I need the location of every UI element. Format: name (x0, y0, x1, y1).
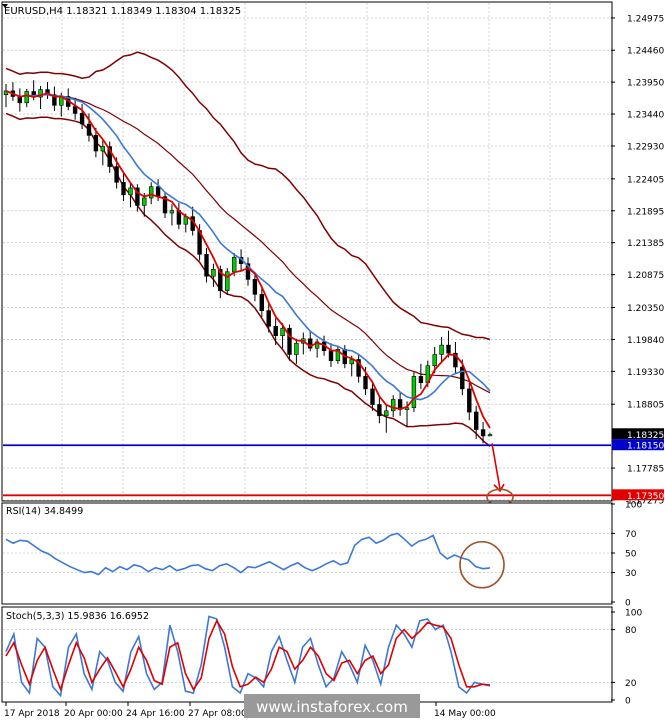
time-tick-label: 14 May 00:00 (434, 709, 496, 719)
price-tick-label: 1.20875 (627, 271, 664, 281)
time-tick-label: 24 Apr 16:00 (126, 709, 185, 719)
candle-bullish (439, 344, 444, 355)
stoch-label: Stoch(5,3,3) 15.9836 16.6952 (6, 611, 149, 622)
candle-bullish (487, 434, 493, 437)
candle-bearish (377, 404, 382, 417)
price-tick-label: 1.23440 (627, 111, 664, 121)
candle-bearish (287, 327, 292, 355)
candle-bullish (390, 399, 396, 412)
candle-bearish (114, 166, 119, 183)
price-tick-label: 1.20350 (627, 304, 664, 314)
rsi-tick-label: 0 (625, 599, 631, 609)
price-tick-label: 1.21385 (627, 239, 664, 249)
price-tick-label: 1.23950 (627, 79, 664, 89)
rsi-panel (1, 502, 613, 605)
rsi-tick-label: 70 (625, 530, 637, 540)
time-tick-label: 20 Apr 00:00 (64, 709, 123, 719)
candle-bearish (480, 429, 486, 437)
trading-chart: 1.24975 1.24460 1.23950 1.23440 1.22930 1.224… (0, 0, 665, 723)
rsi-tick-label: 30 (625, 569, 637, 579)
price-tick-label: 1.24460 (627, 47, 664, 57)
candle-bullish (128, 187, 133, 196)
candle-bullish (294, 342, 299, 355)
stoch-tick-label: 20 (625, 679, 637, 689)
candle-bullish (411, 376, 417, 408)
rsi-tick-label: 100 (625, 501, 642, 511)
stoch-tick-label: 0 (625, 697, 631, 707)
candle-bullish (169, 210, 175, 214)
candle-bearish (328, 350, 334, 362)
candle-bearish (446, 344, 451, 354)
candle-bullish (211, 268, 216, 277)
candle-bullish (384, 410, 389, 417)
time-tick-label: 17 Apr 2018 (4, 709, 60, 719)
price-tick-label: 1.21895 (627, 207, 664, 217)
price-tick-label: 1.19330 (627, 368, 664, 378)
price-tick-label: 1.18805 (627, 401, 664, 411)
candle-bullish (225, 271, 230, 291)
candle-bearish (86, 123, 92, 136)
candle-bearish (467, 388, 472, 413)
candle-bearish (273, 325, 278, 336)
candle-bearish (93, 135, 99, 152)
candle-bearish (259, 294, 264, 311)
candle-bearish (121, 182, 126, 196)
candle-bullish (24, 91, 29, 104)
price-tick-label: 1.24975 (627, 14, 664, 24)
price-panel (1, 1, 613, 502)
chart-canvas: 1.24975 1.24460 1.23950 1.23440 1.22930 1.224… (0, 0, 665, 723)
candle-bullish (432, 354, 437, 367)
stoch-tick-label: 100 (625, 609, 642, 619)
candle-bullish (142, 197, 147, 206)
symbol-header: EURUSD,H4 1.18321 1.18349 1.18304 1.1832… (4, 6, 241, 17)
candle-bullish (232, 257, 237, 273)
candle-bearish (266, 310, 271, 327)
price-tick-label: 1.22405 (627, 175, 664, 185)
candle-bearish (370, 388, 375, 405)
candle-bearish (363, 376, 368, 390)
price-tick-label: 1.22930 (627, 142, 664, 152)
candle-bearish (460, 366, 465, 390)
candle-bearish (72, 106, 78, 114)
rsi-tick-label: 50 (625, 550, 637, 560)
candle-bearish (204, 254, 209, 277)
watermark-text: www.instaforex.com (256, 698, 408, 716)
candle-bullish (280, 327, 285, 337)
rsi-label: RSI(14) 34.8499 (6, 506, 83, 517)
time-tick-label: 27 Apr 08:00 (188, 709, 247, 719)
candle-bullish (100, 146, 106, 152)
price-tag-label: 1.18150 (627, 442, 664, 452)
candle-bullish (149, 186, 154, 199)
candle-bearish (473, 411, 479, 430)
candle-bearish (155, 186, 161, 197)
price-tick-label: 1.19840 (627, 336, 664, 346)
stoch-tick-label: 80 (625, 626, 637, 636)
candle-bearish (418, 376, 424, 383)
candle-bearish (79, 113, 85, 125)
price-tick-label: 1.17785 (627, 465, 664, 475)
candle-bearish (252, 278, 258, 295)
